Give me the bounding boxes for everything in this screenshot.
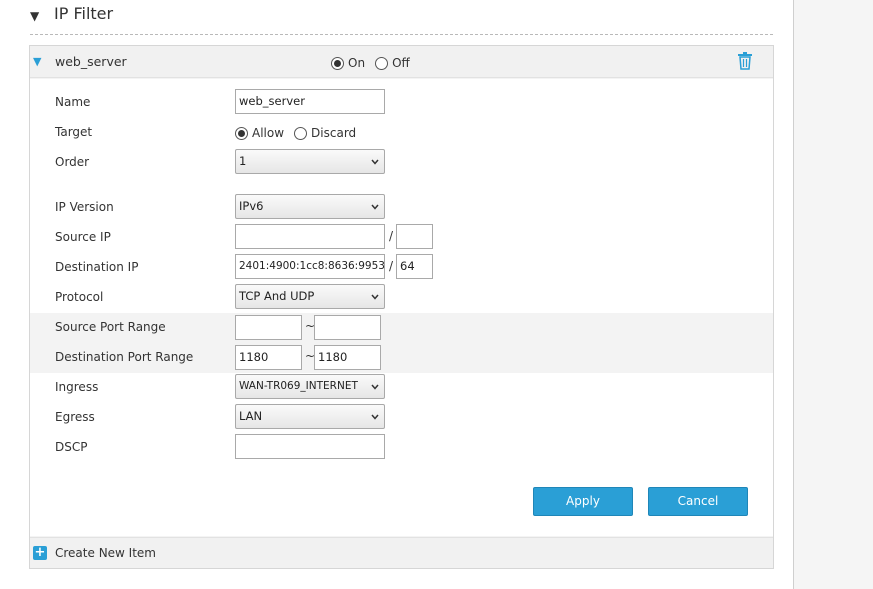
source-ip-address-input[interactable] [235, 224, 385, 249]
state-on-label[interactable]: On [348, 56, 365, 70]
chevron-down-icon [371, 294, 379, 300]
target-allow-label[interactable]: Allow [252, 126, 284, 140]
row-ip-version: IP Version IPv6 [30, 193, 773, 223]
ingress-select[interactable]: WAN-TR069_INTERNET [235, 374, 385, 399]
expand-arrow-icon[interactable]: ▼ [33, 55, 41, 68]
dscp-label: DSCP [55, 440, 88, 454]
protocol-select[interactable]: TCP And UDP [235, 284, 385, 309]
source-port-to-input[interactable] [314, 315, 381, 340]
chevron-down-icon [371, 414, 379, 420]
source-port-range-label: Source Port Range [55, 320, 166, 334]
row-target: Target Allow Discard [30, 118, 773, 148]
ip-filter-section-header[interactable]: ▼ IP Filter [30, 0, 773, 35]
chevron-down-icon [371, 204, 379, 210]
main-content: ▼ IP Filter ▼ web_server On Off Name web… [0, 0, 793, 589]
trash-icon[interactable] [737, 52, 753, 70]
ip-version-select[interactable]: IPv6 [235, 194, 385, 219]
target-label: Target [55, 125, 93, 139]
chevron-down-icon [371, 384, 379, 390]
name-input[interactable]: web_server [235, 89, 385, 114]
target-radio-group: Allow Discard [235, 126, 362, 140]
state-off-radio[interactable] [375, 56, 389, 70]
target-discard-radio[interactable] [294, 126, 308, 140]
name-label: Name [55, 95, 91, 109]
source-port-from-input[interactable] [235, 315, 302, 340]
create-new-item-row[interactable]: + Create New Item [30, 537, 773, 568]
destination-ip-address-input[interactable]: 2401:4900:1cc8:8636:9953 [235, 254, 385, 279]
order-select-value: 1 [239, 154, 247, 168]
source-ip-label: Source IP [55, 230, 111, 244]
ip-version-select-value: IPv6 [239, 199, 264, 213]
cancel-button[interactable]: Cancel [648, 487, 748, 516]
row-name: Name web_server [30, 88, 773, 118]
filter-item-panel: ▼ web_server On Off Name web_server Targ… [29, 45, 774, 569]
row-source-port-range: Source Port Range ~ [30, 313, 773, 343]
row-order: Order 1 [30, 148, 773, 178]
destination-ip-prefix-input[interactable]: 64 [396, 254, 433, 279]
egress-select[interactable]: LAN [235, 404, 385, 429]
row-destination-port-range: Destination Port Range 1180 ~ 1180 [30, 343, 773, 373]
state-on-radio[interactable] [331, 56, 344, 70]
row-egress: Egress LAN [30, 403, 773, 433]
egress-select-value: LAN [239, 409, 263, 423]
egress-label: Egress [55, 410, 95, 424]
collapse-triangle-icon[interactable]: ▼ [30, 9, 39, 23]
destination-port-to-input[interactable]: 1180 [314, 345, 381, 370]
row-source-ip: Source IP / [30, 223, 773, 253]
filter-item-name: web_server [55, 54, 127, 69]
ingress-label: Ingress [55, 380, 99, 394]
order-label: Order [55, 155, 90, 169]
destination-port-range-label: Destination Port Range [55, 350, 194, 364]
destination-ip-separator: / [389, 259, 394, 273]
order-select[interactable]: 1 [235, 149, 385, 174]
plus-icon[interactable]: + [33, 546, 47, 560]
destination-port-from-input[interactable]: 1180 [235, 345, 302, 370]
section-title: IP Filter [54, 4, 114, 23]
destination-ip-label: Destination IP [55, 260, 139, 274]
row-protocol: Protocol TCP And UDP [30, 283, 773, 313]
right-side-panel [793, 0, 873, 589]
target-allow-radio[interactable] [235, 126, 248, 140]
apply-button[interactable]: Apply [533, 487, 633, 516]
protocol-select-value: TCP And UDP [239, 289, 315, 303]
filter-item-header[interactable]: ▼ web_server On Off [30, 46, 773, 78]
row-ingress: Ingress WAN-TR069_INTERNET [30, 373, 773, 403]
ingress-select-value: WAN-TR069_INTERNET [239, 380, 358, 392]
state-radio-group: On Off [331, 56, 416, 70]
filter-form: Name web_server Target Allow Discard Ord… [30, 79, 773, 536]
create-new-item-label[interactable]: Create New Item [55, 546, 156, 560]
row-dscp: DSCP [30, 433, 773, 463]
chevron-down-icon [371, 159, 379, 165]
row-destination-ip: Destination IP 2401:4900:1cc8:8636:9953 … [30, 253, 773, 283]
dscp-input[interactable] [235, 434, 385, 459]
target-discard-label[interactable]: Discard [311, 126, 356, 140]
ip-version-label: IP Version [55, 200, 114, 214]
state-off-label[interactable]: Off [392, 56, 410, 70]
source-ip-separator: / [389, 229, 394, 243]
protocol-label: Protocol [55, 290, 104, 304]
source-ip-prefix-input[interactable] [396, 224, 433, 249]
